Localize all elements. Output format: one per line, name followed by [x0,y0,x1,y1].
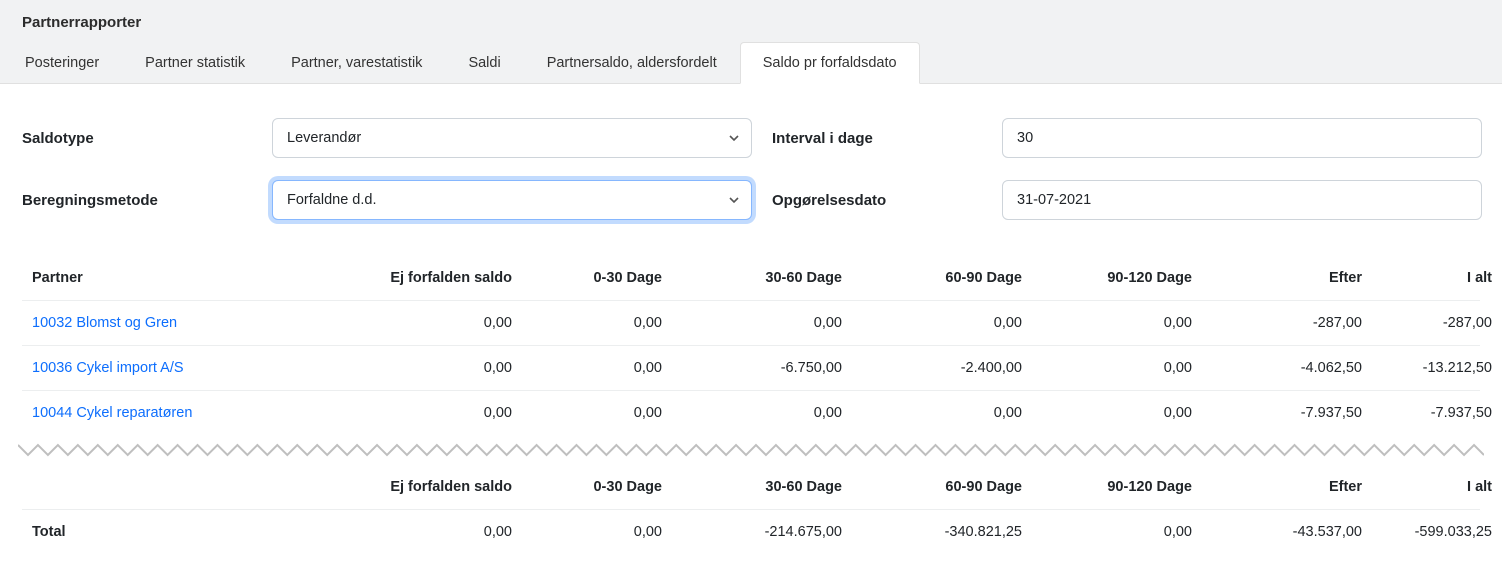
col-not-due: Ej forfalden saldo [322,256,522,300]
table-row: 10044 Cykel reparatøren 0,00 0,00 0,00 0… [22,390,1480,435]
aging-table: Partner Ej forfalden saldo 0-30 Dage 30-… [22,256,1480,554]
cell-60-90: 0,00 [852,301,1032,345]
beregningsmetode-select-wrap: Forfaldne d.d. [272,180,752,220]
cell-60-90: 0,00 [852,391,1032,435]
tab-partnersaldo-aldersfordelt[interactable]: Partnersaldo, aldersfordelt [524,42,740,84]
partner-link[interactable]: 10032 Blomst og Gren [22,301,322,345]
cell-0-30: 0,00 [522,346,672,390]
cell-90-120: 0,00 [1032,391,1202,435]
partner-link[interactable]: 10036 Cykel import A/S [22,346,322,390]
total-after: -43.537,00 [1202,510,1372,554]
fcol-total: I alt [1372,465,1502,509]
cell-after: -7.937,50 [1202,391,1372,435]
interval-label: Interval i dage [752,130,1002,147]
cell-0-30: 0,00 [522,391,672,435]
filter-form: Saldotype Leverandør Interval i dage Ber… [22,118,1480,220]
page-header: Partnerrapporter [0,0,1502,41]
col-total: I alt [1372,256,1502,300]
total-label: Total [22,510,322,554]
total-30-60: -214.675,00 [672,510,852,554]
cell-60-90: -2.400,00 [852,346,1032,390]
cell-not-due: 0,00 [322,391,522,435]
saldotype-select-wrap: Leverandør [272,118,752,158]
tab-partner-varestatistik[interactable]: Partner, varestatistik [268,42,445,84]
saldotype-label: Saldotype [22,130,272,147]
col-60-90: 60-90 Dage [852,256,1032,300]
fcol-30-60: 30-60 Dage [672,465,852,509]
total-60-90: -340.821,25 [852,510,1032,554]
tab-partner-statistik[interactable]: Partner statistik [122,42,268,84]
fcol-60-90: 60-90 Dage [852,465,1032,509]
col-30-60: 30-60 Dage [672,256,852,300]
table-row: 10032 Blomst og Gren 0,00 0,00 0,00 0,00… [22,300,1480,345]
fcol-not-due: Ej forfalden saldo [322,465,522,509]
page-title: Partnerrapporter [22,14,1480,31]
total-not-due: 0,00 [322,510,522,554]
cell-90-120: 0,00 [1032,301,1202,345]
cell-after: -287,00 [1202,301,1372,345]
col-after: Efter [1202,256,1372,300]
col-partner: Partner [22,256,322,300]
table-row: 10036 Cykel import A/S 0,00 0,00 -6.750,… [22,345,1480,390]
partner-link[interactable]: 10044 Cykel reparatøren [22,391,322,435]
opgorelsesdato-input-wrap [1002,180,1482,220]
total-total: -599.033,25 [1372,510,1502,554]
cell-not-due: 0,00 [322,346,522,390]
col-0-30: 0-30 Dage [522,256,672,300]
table-total-row: Total 0,00 0,00 -214.675,00 -340.821,25 … [22,509,1480,554]
cell-30-60: 0,00 [672,391,852,435]
cell-30-60: -6.750,00 [672,346,852,390]
fcol-after: Efter [1202,465,1372,509]
opgorelsesdato-label: Opgørelsesdato [752,192,1002,209]
cell-not-due: 0,00 [322,301,522,345]
cell-after: -4.062,50 [1202,346,1372,390]
tab-bar: Posteringer Partner statistik Partner, v… [0,41,1502,84]
beregningsmetode-label: Beregningsmetode [22,192,272,209]
interval-input[interactable] [1002,118,1482,158]
total-90-120: 0,00 [1032,510,1202,554]
beregningsmetode-select[interactable]: Forfaldne d.d. [272,180,752,220]
cell-0-30: 0,00 [522,301,672,345]
tab-saldi[interactable]: Saldi [445,42,523,84]
tab-saldo-pr-forfaldsdato[interactable]: Saldo pr forfaldsdato [740,42,920,84]
cell-total: -13.212,50 [1372,346,1502,390]
interval-input-wrap [1002,118,1482,158]
fcol-0-30: 0-30 Dage [522,465,672,509]
tab-posteringer[interactable]: Posteringer [2,42,122,84]
table-header-row: Partner Ej forfalden saldo 0-30 Dage 30-… [22,256,1480,300]
cell-total: -287,00 [1372,301,1502,345]
truncation-tear [18,435,1484,465]
cell-30-60: 0,00 [672,301,852,345]
saldotype-select[interactable]: Leverandør [272,118,752,158]
table-footer-header-row: Ej forfalden saldo 0-30 Dage 30-60 Dage … [22,465,1480,509]
opgorelsesdato-input[interactable] [1002,180,1482,220]
fcol-90-120: 90-120 Dage [1032,465,1202,509]
cell-total: -7.937,50 [1372,391,1502,435]
col-90-120: 90-120 Dage [1032,256,1202,300]
total-0-30: 0,00 [522,510,672,554]
cell-90-120: 0,00 [1032,346,1202,390]
tab-content: Saldotype Leverandør Interval i dage Ber… [0,84,1502,574]
